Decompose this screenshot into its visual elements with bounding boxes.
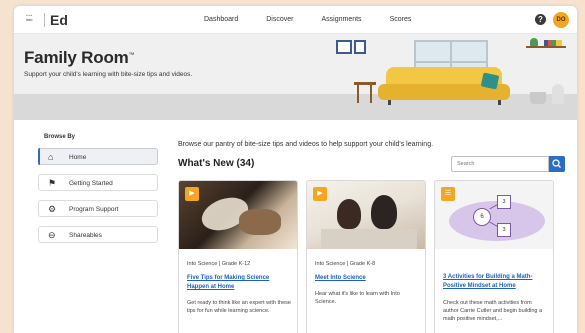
brand-name[interactable]: Ed (50, 12, 68, 28)
nav-dashboard[interactable]: Dashboard (204, 16, 238, 23)
lamp-icon (552, 84, 564, 104)
intro-text: Browse our pantry of bite-size tips and … (178, 141, 434, 148)
wall-art-icon (336, 40, 352, 54)
content-card[interactable]: ▶ Into Science | Grade K-12 Five Tips fo… (178, 180, 298, 333)
plant-icon (530, 38, 538, 46)
sidebar-item-label: Program Support (69, 206, 119, 213)
photo-detail (321, 229, 417, 249)
sidebar-item-getting-started[interactable]: ⚑ Getting Started (38, 174, 158, 191)
house-icon: ⌂ (48, 152, 54, 162)
sofa-leg (498, 100, 501, 105)
card-title-link[interactable]: Five Tips for Making Science Happen at H… (187, 274, 291, 292)
cog-icon: ⚙ (48, 204, 57, 214)
photo-detail (337, 199, 361, 229)
logo-divider (44, 13, 45, 27)
diagram-node: 3 (497, 195, 511, 209)
card-thumbnail[interactable]: 6 3 3 ☰ (435, 181, 553, 249)
into-logo-icon[interactable]: ▪▪▪ into (26, 14, 40, 27)
video-icon: ▶ (313, 187, 327, 201)
sofa-leg (388, 100, 391, 105)
basket-icon (530, 92, 546, 104)
pillow-icon (480, 72, 500, 90)
card-title-link[interactable]: Meet Into Science (315, 274, 419, 283)
document-icon: ☰ (441, 187, 455, 201)
top-navigation: ▪▪▪ into Ed Dashboard Discover Assignment… (14, 6, 577, 34)
search-icon (552, 159, 561, 168)
flag-icon: ⚑ (48, 178, 57, 188)
diagram-node: 6 (473, 208, 491, 226)
books-icon (544, 40, 562, 46)
search-button[interactable] (549, 156, 565, 172)
page-title: Family Room™ (24, 48, 135, 67)
card-meta: Into Science | Grade K-8 (315, 261, 376, 267)
card-description: Check out these math activities from aut… (443, 300, 543, 322)
content-card[interactable]: ▶ Into Science | Grade K-8 Meet Into Sci… (306, 180, 426, 333)
side-table-leg (370, 85, 372, 103)
share-icon: ⊖ (48, 230, 56, 240)
page-subtitle: Support your child's learning with bite-… (24, 71, 193, 78)
sidebar-item-shareables[interactable]: ⊖ Shareables (38, 226, 158, 243)
sidebar-item-label: Shareables (69, 232, 102, 239)
sidebar-item-home[interactable]: ⌂ Home (38, 148, 158, 165)
side-table-leg (357, 85, 359, 103)
card-title-link[interactable]: 3 Activities for Building a Math-Positiv… (443, 273, 547, 291)
photo-detail (239, 209, 281, 235)
wall-art-icon (354, 40, 366, 54)
browse-by-heading: Browse By (44, 134, 76, 140)
photo-detail (371, 195, 397, 229)
avatar[interactable]: DO (553, 12, 569, 28)
nav-discover[interactable]: Discover (266, 16, 293, 23)
diagram-node: 3 (497, 223, 511, 237)
nav-assignments[interactable]: Assignments (321, 16, 361, 23)
card-description: Get ready to think like an expert with t… (187, 300, 291, 314)
video-icon: ▶ (185, 187, 199, 201)
help-icon[interactable]: ? (535, 14, 546, 25)
sidebar-item-label: Getting Started (69, 180, 113, 187)
app-window: ▪▪▪ into Ed Dashboard Discover Assignment… (14, 6, 577, 333)
hero-banner: Family Room™ Support your child's learni… (14, 34, 577, 120)
shelf-icon (526, 46, 566, 48)
sidebar-item-program-support[interactable]: ⚙ Program Support (38, 200, 158, 217)
card-description: Hear what it's like to learn with Into S… (315, 291, 400, 305)
section-title: What's New (34) (178, 158, 255, 169)
search-input[interactable] (451, 156, 549, 172)
card-thumbnail[interactable]: ▶ (179, 181, 297, 249)
sidebar-item-label: Home (69, 154, 87, 161)
main-nav: Dashboard Discover Assignments Scores (204, 16, 439, 23)
card-thumbnail[interactable]: ▶ (307, 181, 425, 249)
nav-scores[interactable]: Scores (390, 16, 412, 23)
card-meta: Into Science | Grade K-12 (187, 261, 251, 267)
content-card[interactable]: 6 3 3 ☰ 3 Activities for Building a Math… (434, 180, 554, 333)
